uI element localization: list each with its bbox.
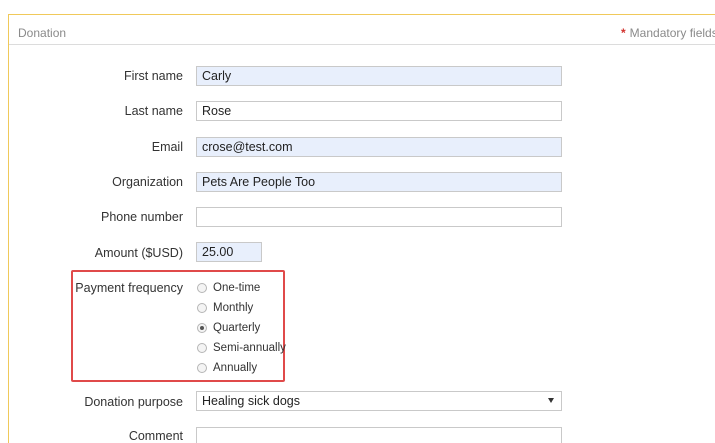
phone-number-label: Phone number: [100, 210, 183, 224]
frequency-option-monthly[interactable]: Monthly: [197, 301, 253, 315]
frequency-option-annually[interactable]: Annually: [197, 361, 257, 375]
last-name-field[interactable]: Rose: [196, 101, 562, 121]
frequency-option-one-time[interactable]: One-time: [197, 281, 260, 295]
radio-icon[interactable]: [197, 303, 207, 313]
first-name-label: First name: [123, 69, 183, 83]
last-name-label: Last name: [124, 104, 183, 118]
panel-title: Donation: [18, 26, 67, 40]
frequency-option-label: Quarterly: [213, 322, 261, 334]
radio-icon[interactable]: [197, 343, 207, 353]
organization-field[interactable]: Pets Are People Too: [196, 172, 562, 192]
panel-header: Donation * Mandatory fields: [9, 15, 715, 45]
radio-icon[interactable]: [197, 363, 207, 373]
amount-field[interactable]: 25.00: [196, 242, 262, 262]
frequency-option-quarterly[interactable]: Quarterly: [197, 321, 260, 335]
radio-checked-icon[interactable]: [197, 323, 207, 333]
organization-label: Organization: [112, 175, 183, 189]
mandatory-fields-label: Mandatory fields: [629, 26, 715, 40]
donation-purpose-value: Healing sick dogs: [202, 394, 300, 408]
email-label: Email: [151, 140, 183, 154]
comment-label: Comment: [128, 429, 183, 443]
mandatory-fields-note: * Mandatory fields: [621, 26, 715, 40]
email-field[interactable]: crose@test.com: [196, 137, 562, 157]
first-name-field[interactable]: Carly: [196, 66, 562, 86]
payment-frequency-label: Payment frequency: [75, 281, 183, 295]
comment-field[interactable]: [196, 427, 562, 443]
frequency-option-label: Semi-annually: [213, 342, 286, 354]
frequency-option-label: Annually: [213, 362, 258, 374]
dropdown-arrow-icon[interactable]: [548, 398, 554, 403]
frequency-option-label: One-time: [213, 282, 261, 294]
amount-label: Amount ($USD): [94, 246, 183, 260]
frequency-option-semi-annually[interactable]: Semi-annually: [197, 341, 286, 355]
phone-number-field[interactable]: [196, 207, 562, 227]
radio-icon[interactable]: [197, 283, 207, 293]
frequency-option-label: Monthly: [213, 302, 254, 314]
required-star-icon: *: [621, 26, 626, 40]
donation-purpose-select[interactable]: Healing sick dogs: [196, 391, 562, 411]
donation-purpose-label: Donation purpose: [84, 395, 183, 409]
